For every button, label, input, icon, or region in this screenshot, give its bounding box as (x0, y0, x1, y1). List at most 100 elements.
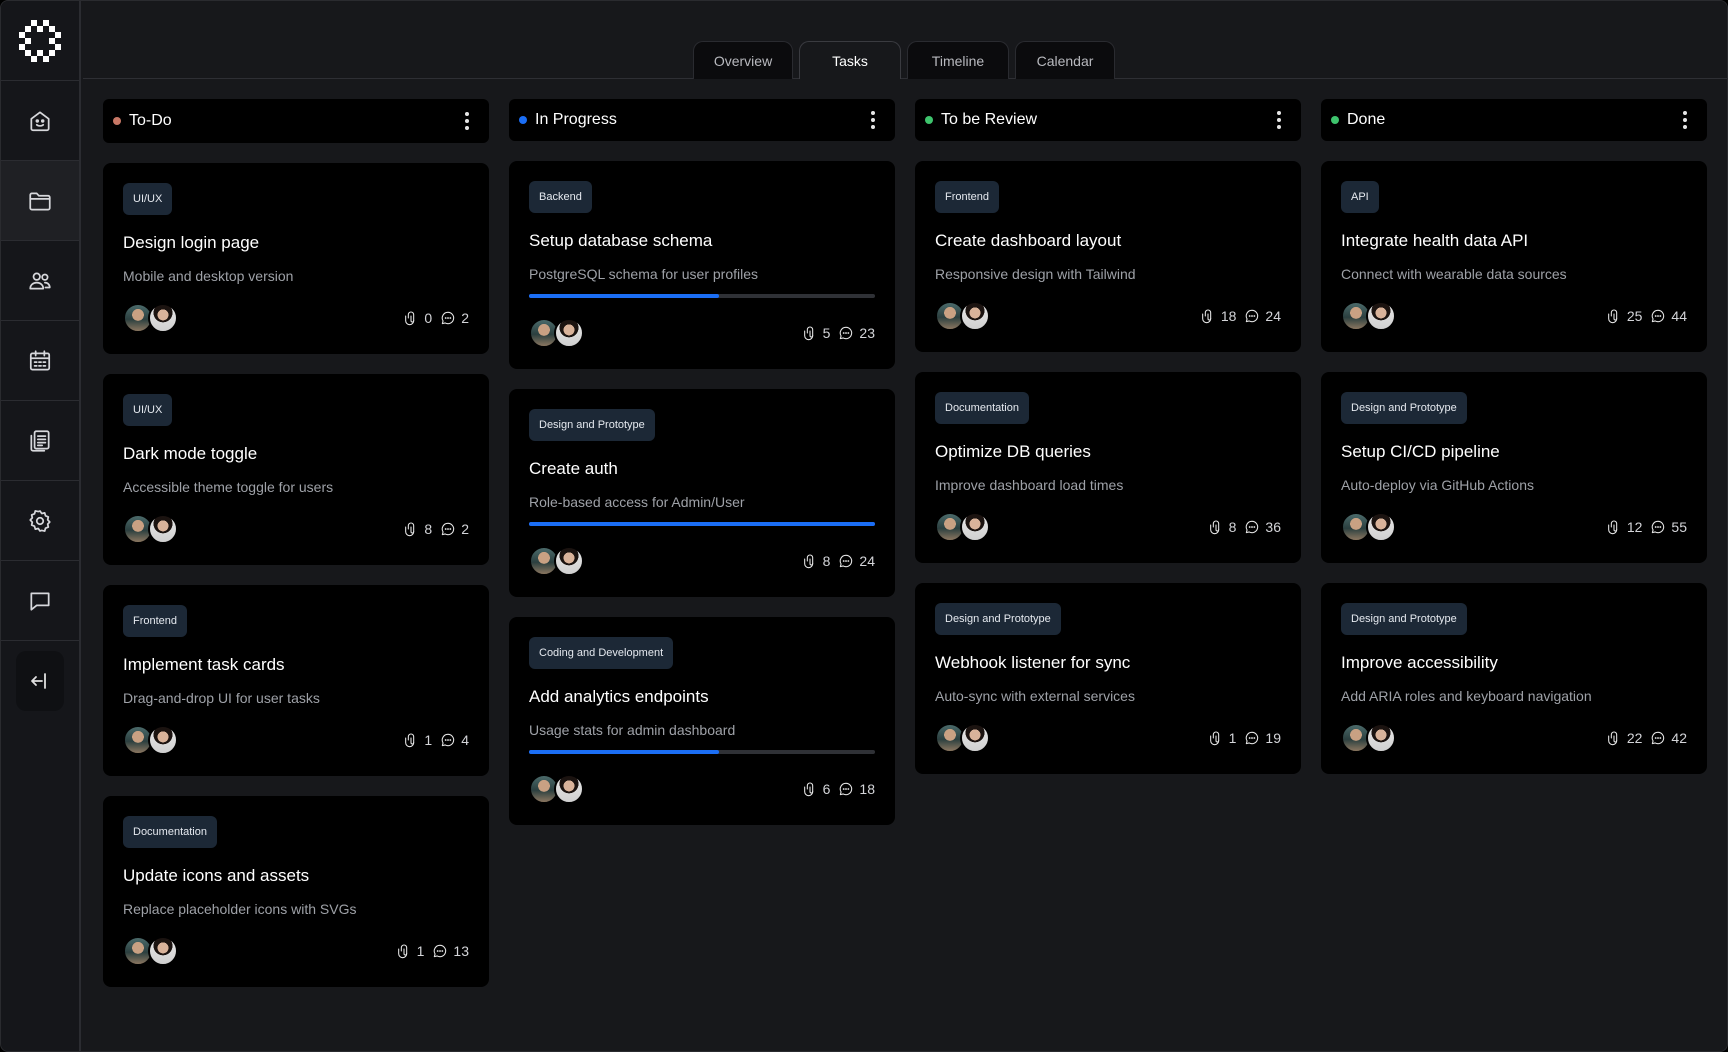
task-stats: 02 (403, 310, 469, 326)
sidebar-item-calendar[interactable] (1, 321, 79, 401)
comments-count[interactable]: 2 (440, 310, 469, 326)
attachments-count[interactable]: 1 (403, 732, 432, 748)
comments-count[interactable]: 4 (440, 732, 469, 748)
comments-count[interactable]: 13 (432, 943, 469, 959)
task-tag: Documentation (123, 816, 217, 848)
attachments-count[interactable]: 6 (802, 781, 830, 797)
attachments-count[interactable]: 8 (403, 521, 432, 537)
task-card[interactable]: Frontend Implement task cards Drag-and-dro… (103, 585, 489, 776)
task-card[interactable]: Frontend Create dashboard layout Responsiv… (915, 161, 1301, 352)
comments-count[interactable]: 42 (1650, 730, 1687, 746)
task-stats: 25 44 (1606, 308, 1687, 324)
paperclip-icon (803, 782, 813, 797)
column-menu-button[interactable] (1675, 108, 1695, 132)
comments-count[interactable]: 36 (1244, 519, 1281, 535)
sidebar-item-messages[interactable] (1, 561, 79, 641)
column-menu-button[interactable] (457, 109, 477, 133)
task-description: Replace placeholder icons with SVGs (123, 901, 357, 917)
task-card[interactable]: UI/UX Design login page Mobile and desktop… (103, 163, 489, 354)
comments-count[interactable]: 24 (838, 553, 875, 569)
collapse-sidebar-button[interactable] (16, 651, 64, 711)
more-icon (871, 111, 875, 115)
task-tag: Frontend (935, 181, 1000, 213)
task-card[interactable]: Design and Prototype Webhook listener for… (915, 583, 1301, 774)
task-tag: Frontend (123, 605, 188, 637)
tab-tasks[interactable]: Tasks (799, 41, 901, 79)
comment-icon (1246, 309, 1259, 323)
attachments-count[interactable]: 8 (802, 553, 830, 569)
task-card[interactable]: Design and Prototype Setup CI/CD pipeline… (1321, 372, 1707, 563)
assignee-avatars (1341, 723, 1396, 753)
attachments-count[interactable]: 1 (396, 943, 424, 959)
avatar[interactable] (1366, 301, 1396, 331)
assignee-avatars (935, 512, 990, 542)
sidebar-item-home[interactable] (1, 81, 79, 161)
attachments-value: 5 (822, 325, 831, 341)
comments-count[interactable]: 55 (1650, 519, 1687, 535)
task-description: Auto-deploy via GitHub Actions (1341, 477, 1534, 493)
comments-count[interactable]: 19 (1244, 730, 1281, 746)
task-description: Drag-and-drop UI for user tasks (123, 690, 320, 706)
task-tag: API (1341, 181, 1379, 213)
task-title: Update icons and assets (123, 866, 310, 885)
attachments-count[interactable]: 0 (403, 310, 432, 326)
avatar[interactable] (148, 725, 178, 755)
task-description: Connect with wearable data sources (1341, 266, 1567, 282)
sidebar-item-projects[interactable] (1, 161, 79, 241)
attachments-count[interactable]: 22 (1606, 730, 1642, 746)
attachments-count[interactable]: 1 (1208, 730, 1236, 746)
avatar[interactable] (148, 514, 178, 544)
progress-fill (529, 750, 720, 754)
sidebar-collapse (1, 641, 79, 721)
folder-icon (29, 192, 51, 211)
sidebar-item-team[interactable] (1, 241, 79, 321)
column-menu-button[interactable] (863, 108, 883, 132)
avatar[interactable] (148, 303, 178, 333)
task-card[interactable]: Design and Prototype Improve accessibilit… (1321, 583, 1707, 774)
attachments-count[interactable]: 25 (1606, 308, 1642, 324)
tab-timeline[interactable]: Timeline (907, 41, 1009, 79)
task-tag: Documentation (935, 392, 1029, 424)
comments-value: 2 (461, 310, 469, 326)
attachments-count[interactable]: 12 (1606, 519, 1642, 535)
task-description: Accessible theme toggle for users (123, 479, 334, 495)
comments-count[interactable]: 18 (838, 781, 875, 797)
avatar[interactable] (1366, 723, 1396, 753)
task-stats: 1 13 (396, 943, 469, 959)
app-logo[interactable] (1, 1, 79, 81)
tab-calendar[interactable]: Calendar (1015, 41, 1115, 79)
task-card[interactable]: Documentation Optimize DB queries Improve … (915, 372, 1301, 563)
avatar[interactable] (554, 318, 584, 348)
avatar[interactable] (554, 774, 584, 804)
task-card[interactable]: Documentation Update icons and assets Repl… (103, 796, 489, 987)
avatar[interactable] (960, 512, 990, 542)
card-footer: 8 24 (529, 545, 875, 577)
attachments-count[interactable]: 8 (1208, 519, 1236, 535)
tab-overview[interactable]: Overview (693, 41, 793, 79)
card-footer: 1 19 (935, 722, 1281, 754)
task-title: Implement task cards (123, 655, 285, 674)
avatar[interactable] (960, 723, 990, 753)
sidebar-item-settings[interactable] (1, 481, 79, 561)
avatar[interactable] (960, 301, 990, 331)
column-menu-button[interactable] (1269, 108, 1289, 132)
comments-count[interactable]: 44 (1650, 308, 1687, 324)
comments-count[interactable]: 23 (838, 325, 875, 341)
avatar[interactable] (1366, 512, 1396, 542)
comments-count[interactable]: 2 (440, 521, 469, 537)
task-stats: 8 36 (1208, 519, 1281, 535)
column-title: Done (1347, 111, 1386, 128)
task-card[interactable]: Design and Prototype Create auth Role-base… (509, 389, 895, 597)
sidebar-item-documents[interactable] (1, 401, 79, 481)
task-card[interactable]: Coding and Development Add analytics endp… (509, 617, 895, 825)
task-card[interactable]: UI/UX Dark mode toggle Accessible theme to… (103, 374, 489, 565)
attachments-count[interactable]: 5 (802, 325, 831, 341)
task-card[interactable]: API Integrate health data API Connect with… (1321, 161, 1707, 352)
attachments-count[interactable]: 18 (1200, 308, 1236, 324)
task-tag: UI/UX (123, 394, 173, 426)
comments-count[interactable]: 24 (1244, 308, 1281, 324)
task-card[interactable]: Backend Setup database schema PostgreSQL s… (509, 161, 895, 369)
comment-icon (840, 326, 853, 340)
avatar[interactable] (148, 936, 178, 966)
avatar[interactable] (554, 546, 584, 576)
